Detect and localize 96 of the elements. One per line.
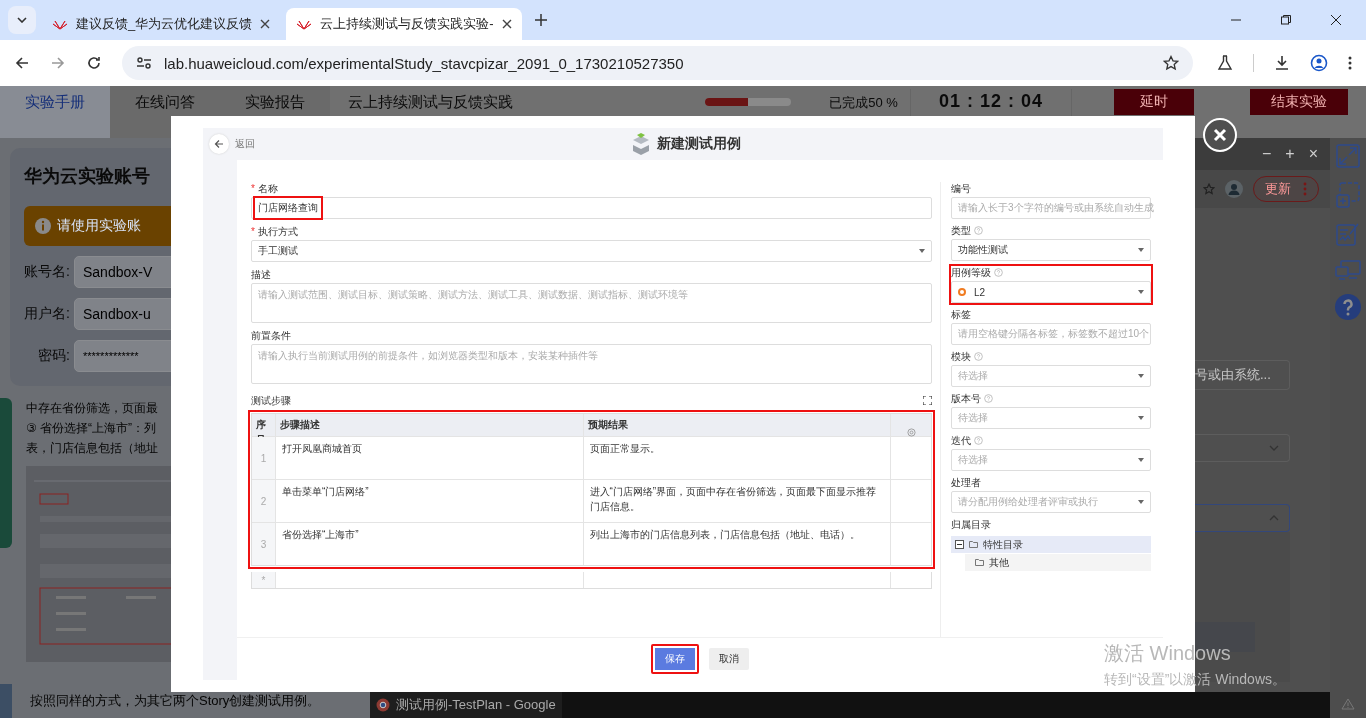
close-icon[interactable] — [260, 19, 271, 29]
collapse-icon[interactable] — [955, 540, 964, 549]
tree-item[interactable]: 特性目录 — [951, 536, 1151, 553]
new-tab-icon[interactable] — [533, 13, 548, 27]
account-field[interactable]: Sandbox-V — [74, 256, 171, 288]
star-icon[interactable] — [1163, 55, 1179, 71]
download-icon[interactable] — [1274, 55, 1290, 71]
name-field[interactable]: 门店网络查询 — [251, 197, 932, 219]
manual-text: 表，门店信息包括（地址 — [26, 440, 159, 457]
star-icon[interactable] — [1203, 183, 1215, 195]
restore-icon[interactable] — [1280, 14, 1292, 26]
flask-icon[interactable] — [1217, 55, 1233, 71]
profile-icon[interactable] — [1310, 54, 1328, 72]
chevron-up-icon — [1269, 515, 1279, 521]
extend-button[interactable]: 延时 — [1114, 89, 1194, 115]
settings-icon[interactable] — [906, 427, 916, 437]
flower-logo-icon — [296, 18, 313, 30]
caret-icon — [1138, 416, 1144, 420]
table-cell: 列出上海市的门店信息列表，门店信息包括（地址、电话）。 — [583, 523, 891, 565]
account-title: 华为云实验账号 — [24, 165, 151, 188]
field-label: 用户名: — [24, 305, 70, 323]
section-marker — [0, 684, 12, 718]
notice-text: 请使用实验账 — [57, 217, 141, 235]
page-title: 新建测试用例 — [657, 135, 741, 153]
chevron-down-icon — [1269, 445, 1279, 451]
caret-icon — [1138, 290, 1144, 294]
browser-tab[interactable]: 云上持续测试与反馈实践实验- — [286, 8, 522, 40]
box-stack-icon — [631, 133, 651, 155]
save-button[interactable]: 保存 — [651, 644, 699, 674]
manual-text: ③ 省份选择“上海市”：列 — [26, 420, 158, 437]
folder-icon — [975, 559, 984, 566]
row-number: 2 — [252, 480, 276, 522]
row-number: 3 — [252, 523, 276, 565]
folder-icon — [969, 541, 978, 548]
caret-icon — [1138, 248, 1144, 252]
warning-icon[interactable] — [1341, 698, 1355, 710]
field-label: 归属目录 — [951, 518, 992, 531]
level-select[interactable]: L2 — [951, 281, 1151, 303]
manual-tab[interactable]: 实验手册 — [0, 86, 110, 138]
site-settings-icon[interactable] — [136, 56, 152, 70]
more-icon[interactable] — [1348, 55, 1352, 71]
select-field[interactable]: 手工测试 — [251, 240, 932, 262]
table-cell: 页面正常显示。 — [583, 437, 891, 479]
back-icon[interactable] — [14, 55, 30, 71]
tree-item[interactable]: 其他 — [965, 554, 1151, 571]
field-label: * 名称 — [251, 182, 279, 195]
field-label: 标签 — [951, 308, 971, 321]
help-icon[interactable] — [1335, 294, 1361, 320]
field-label: 处理者 — [951, 476, 981, 489]
table-cell: 省份选择“上海市” — [276, 523, 584, 565]
progress-label: 已完成50 % — [829, 94, 898, 112]
field-label: 描述 — [251, 268, 272, 281]
address-bar[interactable]: lab.huaweicloud.com/experimentalStudy_stavcpizar_2091_0_1730210527350 — [122, 46, 1193, 80]
field-label: 版本号 — [951, 392, 981, 405]
account-field[interactable]: ************* — [74, 340, 171, 372]
back-link[interactable]: 返回 — [235, 137, 255, 151]
field-label: 模块 — [951, 350, 971, 363]
info-icon — [34, 217, 52, 235]
row-number: 1 — [252, 437, 276, 479]
select-field[interactable]: 功能性测试 — [951, 239, 1151, 261]
end-lab-button[interactable]: 结束实验 — [1250, 89, 1348, 115]
browser-icon — [376, 698, 390, 712]
field-label: 迭代 — [951, 434, 971, 447]
flower-logo-icon — [52, 18, 68, 30]
forward-icon[interactable] — [50, 55, 66, 71]
table-cell: 打开凤凰商城首页 — [276, 437, 584, 479]
reload-icon[interactable] — [86, 55, 102, 71]
caret-icon — [1138, 458, 1144, 462]
window-control[interactable]: + — [1285, 145, 1295, 163]
close-icon[interactable] — [501, 19, 512, 29]
tab-list-icon[interactable] — [8, 6, 36, 34]
field-label: 类型 — [951, 224, 971, 237]
caret-icon — [1138, 374, 1144, 378]
account-field[interactable]: Sandbox-u — [74, 298, 171, 330]
field-label: * 执行方式 — [251, 225, 299, 238]
field-label: 测试步骤 — [251, 394, 291, 407]
close-icon[interactable] — [1330, 14, 1342, 26]
lab-title: 云上持续测试与反馈实践 — [348, 92, 513, 112]
field-label: 编号 — [951, 182, 971, 195]
field-label: 账号名: — [24, 263, 70, 281]
caret-icon — [919, 249, 925, 253]
fullscreen-icon[interactable] — [923, 396, 932, 405]
caret-icon — [1138, 500, 1144, 504]
window-control[interactable]: × — [1308, 145, 1318, 163]
window-control[interactable]: − — [1261, 145, 1272, 163]
field-label: 用例等级 — [951, 266, 991, 279]
browser-tab[interactable]: 建议反馈_华为云优化建议反馈 — [42, 8, 281, 40]
field-label: 前置条件 — [251, 329, 292, 342]
manual-text: 中存在省份筛选，页面最 — [26, 400, 159, 417]
field-label: 密码: — [37, 347, 70, 365]
manual-text: 按照同样的方式，为其它两个Story创建测试用例。 — [30, 692, 321, 710]
cancel-button[interactable]: 取消 — [709, 648, 749, 670]
table-cell: 进入“门店网络”界面，页面中存在省份筛选，页面最下面显示推荐门店信息。 — [583, 480, 891, 522]
table-cell: 单击菜单“门店网络” — [276, 480, 584, 522]
taskbar-item[interactable]: 测试用例-TestPlan - Google — [370, 692, 562, 718]
update-button[interactable]: 更新 — [1253, 176, 1319, 202]
